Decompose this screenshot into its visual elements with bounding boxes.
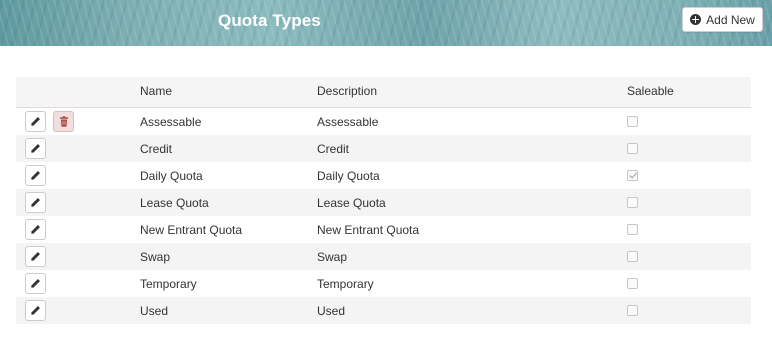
table-row: Used Used: [16, 297, 751, 324]
edit-button[interactable]: [25, 192, 46, 213]
pencil-icon: [30, 305, 41, 316]
cell-name: Credit: [140, 142, 173, 156]
saleable-checkbox: [627, 170, 638, 181]
cell-name: Daily Quota: [140, 169, 203, 183]
page-title: Quota Types: [218, 11, 321, 30]
cell-description: Used: [317, 304, 346, 318]
pencil-icon: [30, 116, 41, 127]
edit-button[interactable]: [25, 138, 46, 159]
pencil-icon: [30, 143, 41, 154]
cell-description: New Entrant Quota: [317, 223, 420, 237]
table-body: Assessable Assessable Credit Credit Daily Qu…: [16, 108, 751, 324]
plus-circle-icon: [690, 14, 702, 25]
edit-button[interactable]: [25, 246, 46, 267]
table-row: Assessable Assessable: [16, 108, 751, 135]
table-row: Lease Quota Lease Quota: [16, 189, 751, 216]
column-header-name: Name: [140, 84, 173, 98]
cell-description: Lease Quota: [317, 196, 386, 210]
add-new-label: Add New: [706, 12, 755, 27]
table-row: Swap Swap: [16, 243, 751, 270]
table-row: Daily Quota Daily Quota: [16, 162, 751, 189]
saleable-checkbox: [627, 197, 638, 208]
pencil-icon: [30, 197, 41, 208]
edit-button[interactable]: [25, 300, 46, 321]
pencil-icon: [30, 278, 41, 289]
cell-description: Credit: [317, 142, 350, 156]
edit-button[interactable]: [25, 165, 46, 186]
cell-name: Swap: [140, 250, 171, 264]
table-header: Name Description Saleable: [16, 77, 751, 108]
add-new-button[interactable]: Add New: [682, 7, 763, 32]
saleable-checkbox: [627, 116, 638, 127]
saleable-checkbox: [627, 251, 638, 262]
page-header: Quota Types Add New: [0, 0, 772, 46]
cell-description: Temporary: [317, 277, 374, 291]
cell-name: New Entrant Quota: [140, 223, 243, 237]
pencil-icon: [30, 224, 41, 235]
edit-button[interactable]: [25, 219, 46, 240]
pencil-icon: [30, 170, 41, 181]
edit-button[interactable]: [25, 111, 46, 132]
saleable-checkbox: [627, 143, 638, 154]
saleable-checkbox: [627, 278, 638, 289]
saleable-checkbox: [627, 305, 638, 316]
cell-description: Daily Quota: [317, 169, 380, 183]
table-row: Temporary Temporary: [16, 270, 751, 297]
table-row: Credit Credit: [16, 135, 751, 162]
cell-description: Assessable: [317, 115, 379, 129]
cell-name: Used: [140, 304, 169, 318]
saleable-checkbox: [627, 224, 638, 235]
table-row: New Entrant Quota New Entrant Quota: [16, 216, 751, 243]
trash-icon: [59, 116, 69, 127]
cell-name: Temporary: [140, 277, 197, 291]
edit-button[interactable]: [25, 273, 46, 294]
pencil-icon: [30, 251, 41, 262]
column-header-description: Description: [317, 84, 378, 98]
delete-button[interactable]: [53, 111, 74, 132]
quota-types-table: Name Description Saleable Assessable Asse…: [16, 77, 751, 324]
cell-description: Swap: [317, 250, 348, 264]
cell-name: Assessable: [140, 115, 202, 129]
column-header-saleable: Saleable: [627, 84, 674, 98]
cell-name: Lease Quota: [140, 196, 209, 210]
